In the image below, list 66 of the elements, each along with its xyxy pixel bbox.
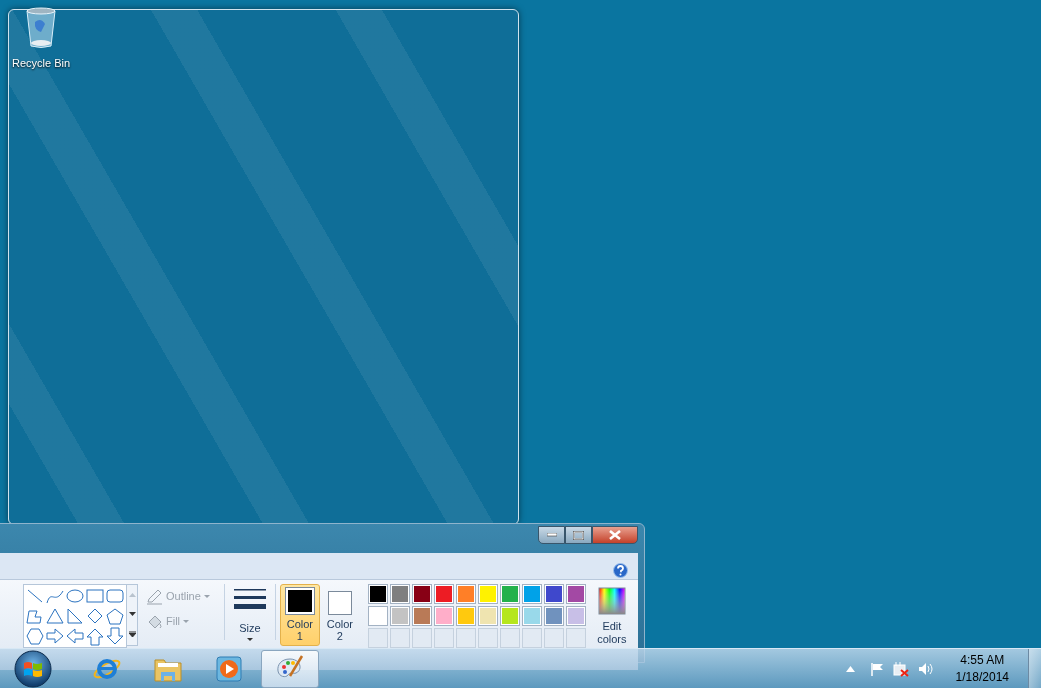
left-arrow-icon[interactable] [65,626,85,646]
oval-icon[interactable] [65,586,85,606]
clock-time[interactable]: 4:55 AM [960,651,1005,669]
palette-color-swatch[interactable] [499,584,520,604]
show-hidden-icons-icon[interactable] [845,665,855,672]
taskbar-button[interactable] [261,649,319,688]
palette-color-swatch[interactable] [455,584,476,604]
recycle-bin-icon[interactable] [24,6,58,48]
expand-icon[interactable] [128,631,136,638]
down-arrow-icon[interactable] [105,626,125,646]
close-button[interactable] [592,526,638,544]
maximize-button[interactable] [565,526,592,544]
caret-icon [183,619,190,624]
help-icon[interactable] [613,563,628,578]
rectangle-icon[interactable] [85,586,105,606]
right-triangle-icon[interactable] [65,606,85,626]
palette-color-swatch[interactable] [389,606,410,626]
palette-color-swatch[interactable] [455,606,476,626]
palette-color-swatch[interactable] [565,606,586,626]
palette-color-swatch[interactable] [521,584,542,604]
edit-colors-button[interactable]: Edit colors [589,584,634,649]
right-arrow-icon[interactable] [45,626,65,646]
pentagon-icon[interactable] [105,606,125,626]
pencil-icon [146,588,163,605]
speaker-icon[interactable] [917,661,933,676]
desktop-icon-label[interactable]: Recycle Bin [11,57,71,69]
palette-color-swatch[interactable] [367,606,388,626]
flag-icon[interactable] [869,661,884,676]
palette-color-swatch[interactable] [521,606,542,626]
minimize-button[interactable] [538,526,565,544]
scroll-down-icon[interactable] [128,612,136,616]
triangle-icon[interactable] [45,606,65,626]
palette-color-swatch[interactable] [543,584,564,604]
palette-color-swatch[interactable] [543,606,564,626]
close-icon [609,530,621,540]
palette-color-swatch[interactable] [389,584,410,604]
show-desktop-button[interactable] [1028,648,1041,688]
color-selector-button[interactable]: Color 1 [279,584,320,646]
color-swatch [284,587,315,615]
color-swatch [327,591,352,615]
network-disconnected-icon[interactable] [892,660,909,677]
caret-icon [203,594,210,599]
clock-date[interactable]: 1/18/2014 [955,668,1009,686]
minimize-icon [546,533,557,537]
windows-logo-icon [14,649,52,688]
paint-bucket-icon [146,613,163,630]
size-button[interactable]: Size [228,584,271,645]
palette-color-swatch[interactable] [477,606,498,626]
palette-color-swatch[interactable] [411,584,432,604]
palette-color-swatch[interactable] [499,606,520,626]
diamond-icon[interactable] [85,606,105,626]
palette-color-swatch[interactable] [477,584,498,604]
palette-color-swatch[interactable] [411,606,432,626]
hexagon-icon[interactable] [25,626,45,646]
rounded-rectangle-icon[interactable] [105,586,125,606]
palette-color-swatch[interactable] [367,584,388,604]
color-selector-button[interactable]: Color 2 [319,584,360,646]
palette-color-swatch[interactable] [433,606,454,626]
play-button-icon [214,653,244,684]
maximize-icon [573,530,584,540]
up-arrow-icon[interactable] [85,626,105,646]
palette-color-swatch[interactable] [433,584,454,604]
scroll-up-icon[interactable] [128,592,136,597]
color-spectrum-icon [597,587,626,615]
palette-color-swatch[interactable] [565,584,586,604]
caret-icon [246,637,253,642]
